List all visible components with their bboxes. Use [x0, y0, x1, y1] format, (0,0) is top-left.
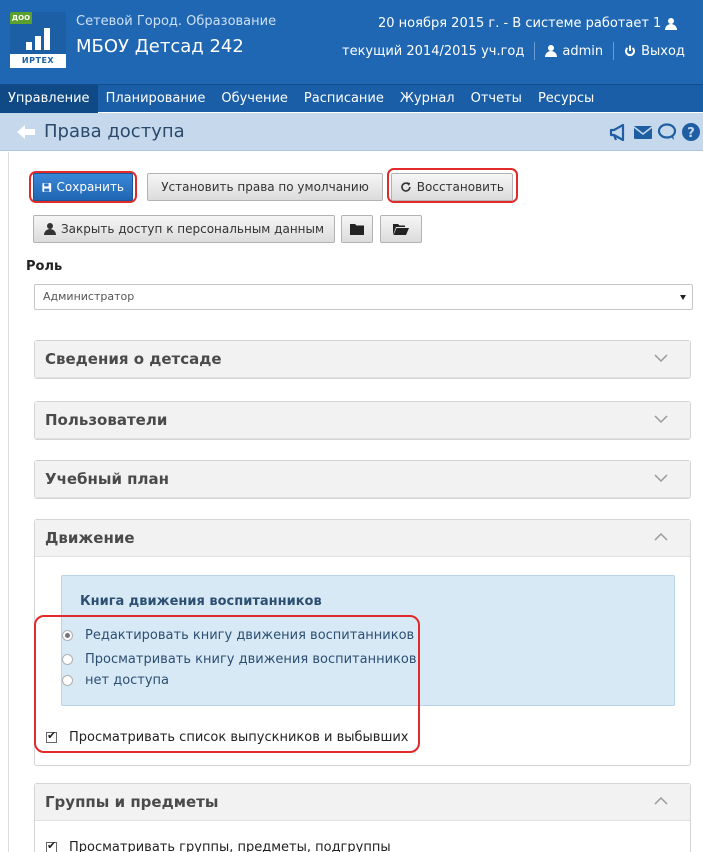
divider	[534, 42, 536, 60]
folder-closed-button[interactable]	[341, 215, 373, 243]
close-personal-data-button[interactable]: Закрыть доступ к персональным данным	[33, 215, 335, 243]
panel-header[interactable]: Группы и предметы	[35, 784, 690, 821]
nav-item-planning[interactable]: Планирование	[98, 85, 214, 113]
title-actions: ?	[609, 122, 701, 142]
save-label: Сохранить	[56, 180, 125, 194]
panel-title: Пользователи	[45, 411, 168, 429]
nav-item-management[interactable]: Управление	[0, 84, 98, 113]
date-status-text: 20 ноября 2015 г. - В системе работает 1	[378, 16, 662, 31]
panel-kindergarten: Сведения о детсаде	[34, 340, 691, 379]
role-value: Администратор	[43, 290, 135, 303]
chart-logo-icon	[26, 28, 54, 50]
user-icon	[665, 17, 678, 30]
divider	[613, 42, 615, 60]
panel-header[interactable]: Движение	[35, 520, 690, 557]
chevron-down-icon	[654, 354, 668, 363]
school-year: текущий 2014/2015 уч.год	[342, 43, 525, 59]
caret-down-icon	[680, 295, 686, 300]
chevron-up-icon	[654, 796, 668, 805]
panel-title: Сведения о детсаде	[45, 350, 222, 368]
panel-title: Учебный план	[45, 470, 170, 488]
help-icon[interactable]: ?	[681, 122, 701, 142]
nav-item-schedule[interactable]: Расписание	[296, 85, 392, 113]
set-default-button[interactable]: Установить права по умолчанию	[147, 173, 383, 201]
megaphone-icon[interactable]	[609, 122, 629, 142]
app-name: Сетевой Город. Образование	[76, 14, 277, 29]
checkbox-label: Просматривать группы, предметы, подгрупп…	[69, 839, 391, 852]
logo-badge: ДОО	[10, 12, 32, 24]
panel-title: Группы и предметы	[45, 793, 219, 811]
panel-header[interactable]: Пользователи	[35, 402, 690, 439]
role-select[interactable]: Администратор	[34, 284, 693, 310]
user-icon	[43, 223, 56, 235]
main-nav: Управление Планирование Обучение Расписа…	[0, 84, 703, 113]
power-icon	[625, 45, 636, 57]
page-title-bar: Права доступа ?	[0, 113, 703, 151]
user-icon	[545, 45, 558, 57]
nav-item-resources[interactable]: Ресурсы	[530, 85, 602, 113]
panel-header[interactable]: Сведения о детсаде	[35, 341, 690, 378]
highlight-permissions	[34, 615, 420, 753]
chat-icon[interactable]	[657, 122, 677, 142]
svg-text:?: ?	[687, 126, 695, 141]
logo[interactable]: ДОО ИРТЕХ	[10, 12, 66, 68]
folder-open-button[interactable]	[380, 215, 422, 243]
nav-item-education[interactable]: Обучение	[213, 85, 296, 113]
refresh-icon	[401, 182, 411, 192]
back-icon[interactable]	[16, 123, 36, 141]
panel-title: Движение	[45, 529, 135, 547]
page-title: Права доступа	[44, 121, 185, 142]
folder-open-icon	[393, 224, 409, 235]
movement-book-title: Книга движения воспитанников	[80, 594, 322, 609]
panel-users: Пользователи	[34, 401, 691, 440]
check-view-groups[interactable]: Просматривать группы, предметы, подгрупп…	[46, 838, 391, 852]
panel-header[interactable]: Учебный план	[35, 461, 690, 498]
nav-item-journal[interactable]: Журнал	[392, 85, 463, 113]
nav-item-reports[interactable]: Отчеты	[463, 85, 530, 113]
date-status: 20 ноября 2015 г. - В системе работает 1	[378, 16, 682, 31]
organization-name: МБОУ Детсад 242	[76, 36, 244, 57]
chevron-down-icon	[654, 415, 668, 424]
panel-curriculum: Учебный план	[34, 460, 691, 499]
app-header: ДОО ИРТЕХ Сетевой Город. Образование МБО…	[0, 0, 703, 84]
logo-text: ИРТЕХ	[10, 54, 66, 68]
mail-icon[interactable]	[633, 122, 653, 142]
checkbox[interactable]	[46, 839, 57, 852]
restore-label: Восстановить	[416, 180, 504, 194]
folder-icon	[350, 224, 364, 235]
user-bar: текущий 2014/2015 уч.год admin Выход	[342, 42, 685, 60]
chevron-up-icon	[654, 532, 668, 541]
user-link[interactable]: admin	[545, 44, 603, 59]
logout-label: Выход	[641, 43, 685, 59]
chevron-down-icon	[654, 474, 668, 483]
save-button[interactable]: Сохранить	[33, 173, 133, 201]
role-label: Роль	[26, 259, 63, 274]
logout-button[interactable]: Выход	[624, 44, 685, 59]
floppy-icon	[42, 182, 52, 192]
user-name: admin	[562, 43, 604, 59]
close-personal-data-label: Закрыть доступ к персональным данным	[60, 222, 325, 236]
restore-button[interactable]: Восстановить	[391, 173, 513, 201]
